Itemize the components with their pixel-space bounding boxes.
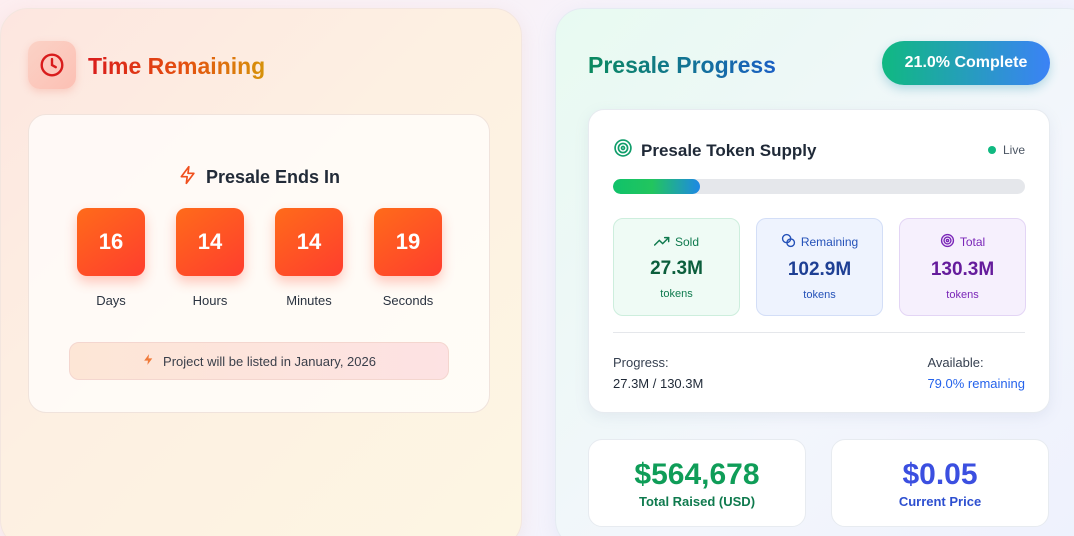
stat-total-unit: tokens	[946, 289, 979, 301]
stat-sold-header: Sold	[653, 235, 700, 250]
progress-bar-fill	[613, 179, 700, 194]
stat-sold-value: 27.3M	[650, 257, 703, 279]
lightning-icon	[178, 165, 198, 190]
stat-total-header: Total	[940, 233, 985, 251]
completion-badge: 21.0% Complete	[882, 41, 1050, 85]
countdown-days-label: Days	[96, 293, 126, 308]
stat-sold-unit: tokens	[660, 287, 693, 300]
live-status-label: Live	[1002, 143, 1025, 157]
presale-progress-card: Presale Progress 21.0% Complete Presale …	[555, 8, 1074, 536]
divider	[613, 332, 1025, 333]
stat-remaining-value: 102.9M	[787, 259, 852, 280]
current-price-value: $0.05	[902, 457, 978, 491]
token-supply-panel: Presale Token Supply Live Sold 27.3M tok…	[588, 109, 1050, 413]
progress-summary-label: Progress:	[613, 355, 669, 370]
countdown-seconds-value: 19	[374, 208, 442, 276]
coins-icon	[781, 233, 796, 251]
progress-summary-value: 27.3M / 130.3M	[613, 376, 704, 391]
countdown-title: Time Remaining	[88, 53, 266, 79]
lightning-icon	[142, 352, 155, 370]
countdown-card: Time Remaining Presale Ends In 16 Days 1…	[0, 8, 522, 536]
stat-total-label: Total	[959, 235, 986, 249]
available-summary-value: 79.0% remaining	[927, 376, 1025, 391]
total-raised-card: $564,678 Total Raised (USD)	[588, 439, 806, 527]
countdown-seconds: 19 Seconds	[374, 208, 442, 308]
countdown-days-value: 16	[77, 208, 145, 276]
available-summary: Available: 79.0% remaining	[927, 352, 1025, 394]
countdown-minutes-value: 14	[275, 208, 343, 276]
token-supply-title: Presale Token Supply	[641, 140, 817, 160]
presale-ends-label: Presale Ends In	[205, 167, 341, 187]
countdown-hours: 14 Hours	[176, 208, 244, 308]
countdown-timer: 16 Days 14 Hours 14 Minutes 19 Seconds	[77, 208, 442, 308]
live-status: Live	[987, 143, 1025, 157]
presale-progress-title: Presale Progress	[588, 52, 776, 78]
current-price-card: $0.05 Current Price	[831, 439, 1049, 527]
stat-remaining-header: Remaining	[781, 233, 858, 251]
countdown-minutes-label: Minutes	[286, 293, 332, 308]
target-icon	[940, 233, 955, 251]
progress-bar	[613, 179, 1025, 194]
total-raised-value: $564,678	[634, 457, 760, 491]
listing-notice-text: Project will be listed in January, 2026	[163, 353, 376, 369]
target-icon	[613, 138, 633, 163]
countdown-days: 16 Days	[77, 208, 145, 308]
presale-ends-heading: Presale Ends In	[29, 165, 489, 190]
stat-sold-label: Sold	[674, 235, 700, 249]
stat-remaining: Remaining 102.9M tokens	[756, 218, 883, 316]
total-raised-label: Total Raised (USD)	[638, 493, 756, 509]
stat-remaining-unit: tokens	[803, 289, 836, 301]
countdown-hours-label: Hours	[192, 293, 228, 308]
token-supply-heading: Presale Token Supply	[613, 138, 816, 163]
available-summary-label: Available:	[927, 355, 984, 370]
token-stats: Sold 27.3M tokens Remaining 102.9M token…	[613, 218, 1026, 316]
listing-notice: Project will be listed in January, 2026	[69, 342, 449, 380]
countdown-panel: Presale Ends In 16 Days 14 Hours 14 Minu…	[28, 114, 490, 413]
stat-remaining-label: Remaining	[800, 235, 859, 249]
stat-sold: Sold 27.3M tokens	[613, 218, 740, 316]
live-dot-icon	[987, 146, 996, 154]
clock-icon	[28, 41, 76, 89]
stat-total-value: 130.3M	[930, 259, 995, 280]
progress-summary: Progress: 27.3M / 130.3M	[613, 352, 703, 394]
countdown-hours-value: 14	[176, 208, 244, 276]
countdown-seconds-label: Seconds	[382, 293, 434, 308]
trending-up-icon	[653, 235, 670, 250]
stat-total: Total 130.3M tokens	[899, 218, 1026, 316]
current-price-label: Current Price	[898, 493, 982, 509]
countdown-minutes: 14 Minutes	[275, 208, 343, 308]
